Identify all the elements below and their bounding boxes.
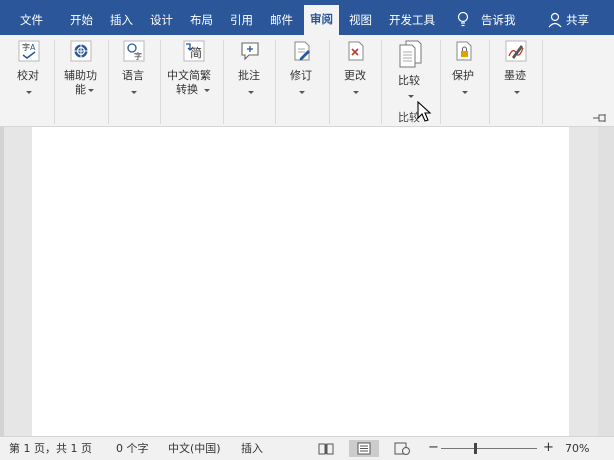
group-separator bbox=[108, 40, 109, 124]
chevron-down-icon bbox=[88, 89, 94, 92]
ink-label: 墨迹 bbox=[504, 69, 526, 82]
accept-reject-icon bbox=[348, 41, 364, 61]
chevron-down-icon bbox=[353, 91, 359, 94]
group-separator bbox=[329, 40, 330, 124]
svg-text:A: A bbox=[30, 43, 36, 52]
protect-label: 保护 bbox=[452, 69, 474, 82]
web-layout-icon[interactable] bbox=[392, 440, 412, 457]
vertical-scrollbar[interactable] bbox=[598, 127, 614, 436]
document-page[interactable] bbox=[32, 127, 569, 436]
group-separator bbox=[440, 40, 441, 124]
chinese-conversion-label-line1: 中文简繁 bbox=[167, 69, 211, 82]
lightbulb-icon[interactable] bbox=[456, 11, 470, 29]
ribbon: 字 A 校对 辅助功 能 字 语言 简 中文简繁 转换 批注 修订 更改 比较 … bbox=[0, 35, 614, 127]
tab-home[interactable]: 开始 bbox=[70, 11, 93, 29]
tab-layout[interactable]: 布局 bbox=[190, 11, 213, 29]
simplified-traditional-icon: 简 bbox=[183, 40, 205, 62]
read-mode-icon[interactable] bbox=[316, 440, 336, 457]
svg-text:字: 字 bbox=[22, 42, 30, 52]
lock-document-icon bbox=[456, 41, 472, 61]
group-separator bbox=[223, 40, 224, 124]
tab-insert[interactable]: 插入 bbox=[110, 11, 133, 29]
compare-label: 比较 bbox=[398, 74, 420, 87]
track-changes-icon bbox=[294, 41, 310, 61]
document-area bbox=[0, 127, 614, 436]
language-label: 语言 bbox=[122, 69, 144, 82]
zoom-slider-thumb[interactable] bbox=[474, 443, 477, 454]
ribbon-tab-bar: 文件 开始 插入 设计 布局 引用 邮件 审阅 视图 开发工具 告诉我 共享 bbox=[0, 0, 614, 35]
tab-design[interactable]: 设计 bbox=[150, 11, 173, 29]
tell-me-label[interactable]: 告诉我 bbox=[481, 11, 516, 29]
accessibility-label-line2: 能 bbox=[75, 83, 86, 96]
chevron-down-icon bbox=[26, 91, 32, 94]
pen-ink-icon bbox=[505, 40, 527, 62]
tracking-label: 修订 bbox=[290, 69, 312, 82]
compare-documents-icon bbox=[399, 40, 422, 68]
tab-view[interactable]: 视图 bbox=[349, 11, 372, 29]
tab-review[interactable]: 审阅 bbox=[304, 5, 339, 35]
status-bar: 第 1 页，共 1 页 0 个字 中文(中国) 插入 − + 70% bbox=[0, 436, 614, 460]
zoom-in-button[interactable]: + bbox=[543, 440, 554, 455]
zoom-out-button[interactable]: − bbox=[428, 440, 439, 455]
group-separator bbox=[54, 40, 55, 124]
group-separator bbox=[160, 40, 161, 124]
chevron-down-icon bbox=[248, 91, 254, 94]
tab-references[interactable]: 引用 bbox=[230, 11, 253, 29]
tab-developer[interactable]: 开发工具 bbox=[389, 11, 435, 29]
group-separator bbox=[381, 40, 382, 124]
chevron-down-icon bbox=[299, 91, 305, 94]
mouse-cursor-icon bbox=[417, 101, 432, 122]
zoom-level[interactable]: 70% bbox=[565, 441, 589, 456]
chevron-down-icon bbox=[514, 91, 520, 94]
chevron-down-icon bbox=[408, 95, 414, 98]
proofing-label: 校对 bbox=[17, 69, 39, 82]
svg-text:字: 字 bbox=[134, 51, 142, 61]
group-separator bbox=[275, 40, 276, 124]
chevron-down-icon bbox=[462, 91, 468, 94]
chevron-down-icon bbox=[131, 91, 137, 94]
spelling-icon: 字 A bbox=[18, 40, 40, 62]
accessibility-label-line1: 辅助功 bbox=[64, 69, 97, 82]
language-indicator[interactable]: 中文(中国) bbox=[168, 441, 221, 456]
chinese-conversion-label-line2: 转换 bbox=[176, 83, 198, 96]
group-separator bbox=[542, 40, 543, 124]
print-layout-icon[interactable] bbox=[349, 440, 379, 457]
zoom-slider-track[interactable] bbox=[441, 448, 537, 449]
changes-label: 更改 bbox=[344, 69, 366, 82]
tab-mailings[interactable]: 邮件 bbox=[270, 11, 293, 29]
chevron-down-icon bbox=[204, 89, 210, 92]
accessibility-check-icon bbox=[70, 40, 92, 62]
tab-file[interactable]: 文件 bbox=[20, 11, 43, 29]
share-button[interactable]: 共享 bbox=[566, 11, 589, 29]
group-separator bbox=[489, 40, 490, 124]
person-icon[interactable] bbox=[548, 11, 562, 29]
pin-ribbon-icon[interactable] bbox=[592, 113, 608, 123]
comments-label: 批注 bbox=[238, 69, 260, 82]
page-count[interactable]: 第 1 页，共 1 页 bbox=[9, 441, 92, 456]
insert-mode[interactable]: 插入 bbox=[241, 441, 263, 456]
word-count[interactable]: 0 个字 bbox=[116, 441, 149, 456]
left-margin-strip bbox=[0, 127, 4, 436]
language-icon: 字 bbox=[123, 40, 145, 62]
new-comment-icon bbox=[241, 42, 259, 61]
